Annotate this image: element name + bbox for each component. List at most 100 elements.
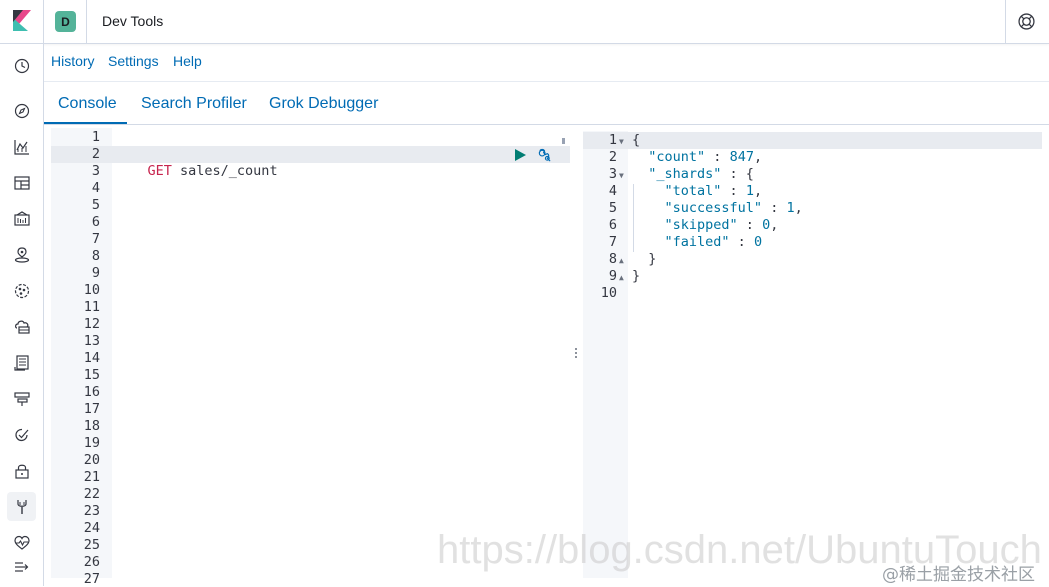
header-divider [86,0,87,43]
line-number: 4 [608,183,617,199]
editor-scrollbar[interactable] [562,138,565,144]
devtools-top-menu: History Settings Help [44,44,1049,82]
line-number: 10 [83,282,100,298]
response-line: "failed" : 0 [664,234,763,250]
uptime-icon [14,428,28,441]
line-number: 18 [83,418,100,434]
request-editor[interactable]: 1 2 3 4 5 6 7 8 9 10 11 12 13 14 15 16 17 18 19 20 21 22 23 24 2… [51,128,570,587]
tab-search-profiler[interactable]: Search Profiler [141,95,247,113]
history-link[interactable]: History [51,53,95,69]
line-number: 3 [608,166,617,182]
tab-console[interactable]: Console [58,95,117,113]
collapse-menu-icon [14,561,28,572]
resize-handle-icon[interactable] [575,348,578,360]
line-number: 15 [83,367,100,383]
line-number: 4 [91,180,100,196]
header-divider [1005,0,1006,43]
line-number: 5 [91,197,100,213]
line-number: 12 [83,316,100,332]
help-link[interactable]: Help [173,53,202,69]
maps-icon [14,246,29,263]
nav-canvas[interactable] [7,204,36,233]
line-number: 7 [91,231,100,247]
nav-dashboard[interactable] [7,168,36,197]
top-header: D Dev Tools [0,0,1049,44]
wrench-icon[interactable] [537,148,552,163]
line-number: 8 [91,248,100,264]
line-number: 16 [83,384,100,400]
help-menu-icon[interactable] [1018,13,1035,30]
line-number: 17 [83,401,100,417]
logs-icon [13,354,29,371]
dashboard-icon [13,175,30,190]
nav-recently-viewed[interactable] [7,51,36,80]
fold-icon[interactable]: ▼ [619,171,624,180]
line-number: 20 [83,452,100,468]
fold-icon[interactable]: ▼ [619,137,624,146]
line-number: 3 [91,163,100,179]
response-line: { [632,132,641,148]
line-number: 1 [608,132,617,148]
nav-collapse[interactable] [7,552,36,581]
nav-infrastructure[interactable] [7,312,36,341]
line-number: 26 [83,554,100,570]
nav-discover[interactable] [7,96,36,125]
line-number: 22 [83,486,100,502]
line-number: 2 [608,149,617,165]
request-path: sales/_count [171,163,278,179]
page-title: Dev Tools [102,13,164,29]
line-number: 24 [83,520,100,536]
line-number: 13 [83,333,100,349]
infrastructure-icon [14,320,30,334]
devtools-tabs: Console Search Profiler Grok Debugger [44,82,1049,125]
nav-dev-tools[interactable] [7,492,36,521]
fold-icon[interactable]: ▲ [619,273,624,282]
watermark-site: @稀土掘金技术社区 [882,565,1035,585]
side-nav [0,44,44,586]
line-number: 8 [608,251,617,267]
apm-icon [13,391,30,406]
space-avatar[interactable]: D [55,11,76,32]
response-line: "total" : 1, [664,183,763,199]
active-line-highlight [583,132,1042,149]
compass-icon [14,103,29,118]
line-number: 6 [91,214,100,230]
line-number: 7 [608,234,617,250]
monitoring-icon [13,535,30,550]
nav-visualize[interactable] [7,132,36,161]
ml-icon [14,283,29,298]
nav-machine-learning[interactable] [7,276,36,305]
line-number: 11 [83,299,100,315]
line-number: 27 [83,571,100,587]
line-number: 23 [83,503,100,519]
settings-link[interactable]: Settings [108,53,159,69]
line-number: 9 [91,265,100,281]
clock-icon [14,58,29,73]
line-number: 25 [83,537,100,553]
nav-uptime[interactable] [7,420,36,449]
line-number: 6 [608,217,617,233]
line-number: 14 [83,350,100,366]
response-line: "successful" : 1, [664,200,803,216]
active-tab-indicator [44,122,127,124]
line-number: 1 [91,129,100,145]
nav-logs[interactable] [7,348,36,377]
tab-grok-debugger[interactable]: Grok Debugger [269,95,378,113]
nav-siem[interactable] [7,456,36,485]
response-line: } [632,251,657,267]
nav-maps[interactable] [7,240,36,269]
indent-guide [633,184,634,252]
run-request-icon[interactable] [514,149,526,161]
header-divider [43,0,44,43]
response-line: "count" : 847, [648,149,763,165]
line-number: 2 [91,146,100,162]
kibana-logo-icon[interactable] [11,10,33,32]
nav-apm[interactable] [7,384,36,413]
fold-icon[interactable]: ▲ [619,256,624,265]
response-line: "skipped" : 0, [664,217,779,233]
response-editor[interactable]: 1 2 3 4 5 6 7 8 9 10 { "count" : 847, "_shards" :… [583,131,1042,578]
lock-icon [14,464,29,479]
request-line[interactable]: GET sales/_count [115,147,278,195]
response-line: "_shards" : { [648,166,754,182]
line-number: 10 [600,285,617,301]
